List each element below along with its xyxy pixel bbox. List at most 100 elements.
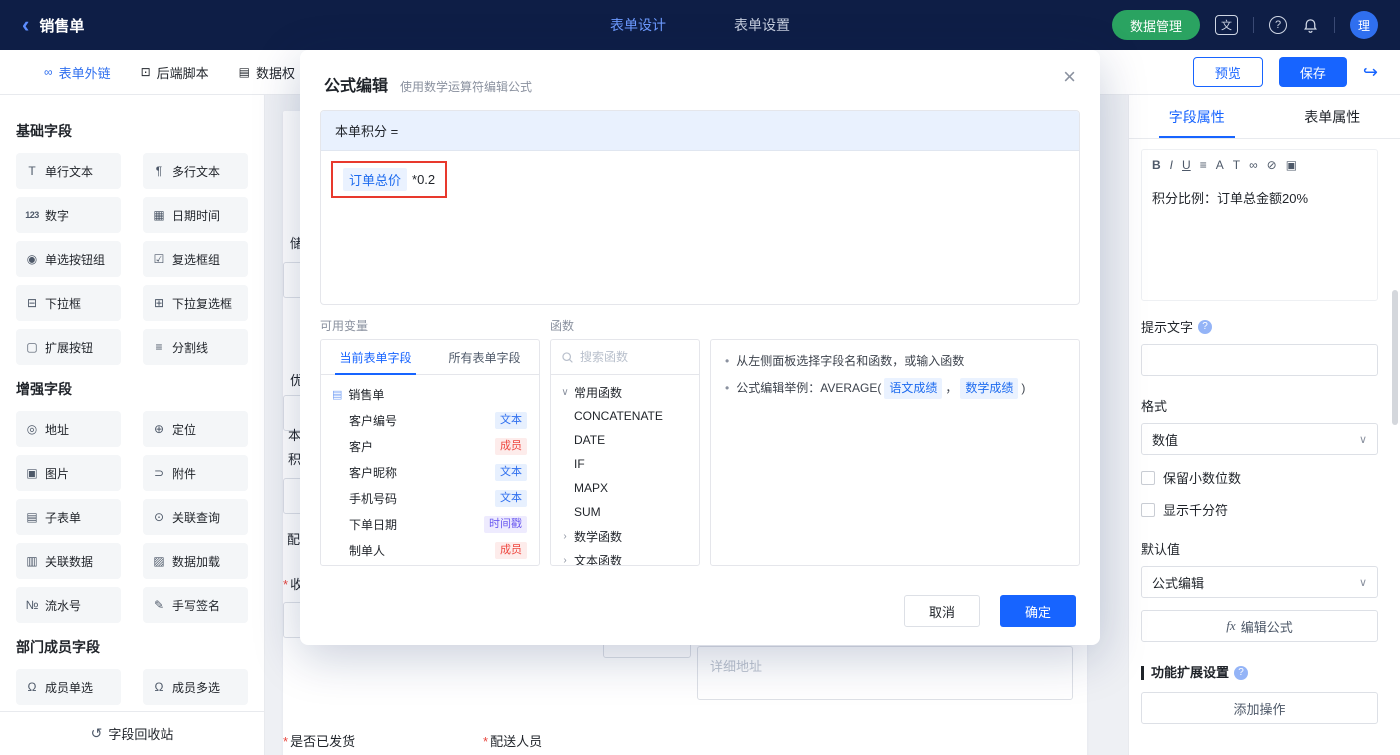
link-icon[interactable]: ∞ — [1249, 158, 1258, 172]
sidebar-item-subform[interactable]: ▤ 子表单 — [16, 499, 121, 535]
sidebar-item-signature[interactable]: ✎ 手写签名 — [143, 587, 248, 623]
formula-editor[interactable]: 本单积分 = 订单总价 *0.2 — [320, 110, 1080, 305]
toolbar-left: ∞ 表单外链 ⊡ 后端脚本 ▤ 数据权 — [44, 63, 295, 82]
tab-form-design[interactable]: 表单设计 — [610, 15, 666, 35]
section-enhanced-fields: 增强字段 — [16, 381, 72, 397]
font-size-icon[interactable]: T — [1233, 158, 1240, 172]
radio-icon: ◉ — [26, 252, 38, 266]
form-external-link-button[interactable]: ∞ 表单外链 — [44, 63, 111, 82]
variable-name: 客户 — [349, 439, 374, 454]
section-basic-fields: 基础字段 — [16, 123, 72, 139]
hint-text-input[interactable] — [1141, 344, 1378, 376]
formula-body[interactable]: 订单总价 *0.2 — [321, 151, 1079, 208]
bold-icon[interactable]: B — [1152, 158, 1161, 172]
underline-icon[interactable]: U — [1182, 158, 1191, 172]
save-button[interactable]: 保存 — [1278, 57, 1347, 87]
modal-header: 公式编辑 使用数学运算符编辑公式 — [300, 50, 1100, 110]
function-item-if[interactable]: IF — [551, 452, 699, 476]
sidebar-item-related-query[interactable]: ⊙ 关联查询 — [143, 499, 248, 535]
unlink-icon[interactable]: ⊘ — [1267, 158, 1277, 172]
notification-bell-icon[interactable] — [1302, 17, 1319, 34]
field-description-editor[interactable]: B I U ≡ A T ∞ ⊘ ▣ 积分比例：订单总金额20% — [1141, 149, 1378, 301]
sidebar-item-dropdown-multi[interactable]: ⊞ 下拉复选框 — [143, 285, 248, 321]
add-action-button[interactable]: 添加操作 — [1141, 692, 1378, 724]
function-item-concatenate[interactable]: CONCATENATE — [551, 404, 699, 428]
thousands-separator-checkbox[interactable]: 显示千分符 — [1141, 500, 1378, 519]
default-value-select[interactable]: 公式编辑 ∨ — [1141, 566, 1378, 598]
function-group-text[interactable]: › 文本函数 — [551, 548, 699, 566]
function-item-mapx[interactable]: MAPX — [551, 476, 699, 500]
question-badge-icon[interactable]: ? — [1234, 666, 1249, 680]
function-search[interactable] — [551, 340, 699, 375]
close-icon[interactable]: × — [1063, 66, 1076, 88]
function-group-common[interactable]: ∨ 常用函数 — [551, 380, 699, 404]
detail-address-textarea[interactable]: 详细地址 — [697, 646, 1073, 700]
cancel-button[interactable]: 取消 — [904, 595, 980, 627]
sidebar-item-multi-line-text[interactable]: ¶ 多行文本 — [143, 153, 248, 189]
edit-formula-button[interactable]: fx 编辑公式 — [1141, 610, 1378, 642]
field-recycle-bin[interactable]: ↺ 字段回收站 — [0, 711, 264, 755]
sidebar-item-radio-group[interactable]: ◉ 单选按钮组 — [16, 241, 121, 277]
back-icon[interactable]: ‹ — [22, 14, 29, 36]
variable-customer-id[interactable]: 客户编号 文本 — [321, 407, 539, 433]
functions-column: 函数 ∨ 常用函数 CONCATENATE DATE IF — [550, 317, 700, 566]
tab-form-properties[interactable]: 表单属性 — [1265, 95, 1400, 138]
item-label: 单行文本 — [45, 164, 94, 179]
sidebar-item-serial-number[interactable]: № 流水号 — [16, 587, 121, 623]
formula-highlight-box: 订单总价 *0.2 — [331, 161, 448, 198]
italic-icon[interactable]: I — [1170, 158, 1173, 172]
sidebar-item-member-single[interactable]: Ω 成员单选 — [16, 669, 121, 705]
share-icon[interactable]: ↪ — [1363, 62, 1378, 83]
function-item-date[interactable]: DATE — [551, 428, 699, 452]
sidebar-item-checkbox-group[interactable]: ☑ 复选框组 — [143, 241, 248, 277]
sidebar-item-location[interactable]: ⊕ 定位 — [143, 411, 248, 447]
help-icon[interactable]: ? — [1269, 16, 1287, 34]
question-badge-icon[interactable]: ? — [1198, 319, 1213, 334]
sidebar-item-number[interactable]: 123 数字 — [16, 197, 121, 233]
decimal-places-checkbox[interactable]: 保留小数位数 — [1141, 468, 1378, 487]
sidebar-item-extend-button[interactable]: ▢ 扩展按钮 — [16, 329, 121, 365]
sidebar-item-dropdown[interactable]: ⊟ 下拉框 — [16, 285, 121, 321]
function-search-input[interactable] — [580, 350, 680, 364]
tab-field-properties[interactable]: 字段属性 — [1129, 95, 1265, 138]
language-icon[interactable]: 文 — [1215, 15, 1238, 35]
function-group-math[interactable]: › 数学函数 — [551, 524, 699, 548]
data-manage-button[interactable]: 数据管理 — [1111, 10, 1200, 40]
tab-form-settings[interactable]: 表单设置 — [734, 15, 790, 35]
backend-script-button[interactable]: ⊡ 后端脚本 — [141, 63, 209, 82]
variable-customer-nickname[interactable]: 客户昵称 文本 — [321, 459, 539, 485]
font-color-icon[interactable]: A — [1216, 158, 1224, 172]
field-description-text[interactable]: 积分比例：订单总金额20% — [1152, 188, 1367, 207]
avatar[interactable]: 理 — [1350, 11, 1378, 39]
variable-order-creator[interactable]: 制单人 成员 — [321, 537, 539, 563]
variable-order-date[interactable]: 下单日期 时间戳 — [321, 511, 539, 537]
confirm-button[interactable]: 确定 — [1000, 595, 1076, 627]
tree-node-form[interactable]: ▤ 销售单 — [321, 381, 539, 407]
data-permission-button[interactable]: ▤ 数据权 — [239, 63, 295, 82]
sidebar-item-attachment[interactable]: ⊃ 附件 — [143, 455, 248, 491]
format-label: 格式 — [1141, 396, 1378, 415]
sidebar-item-member-multi[interactable]: Ω 成员多选 — [143, 669, 248, 705]
variable-customer[interactable]: 客户 成员 — [321, 433, 539, 459]
function-item-sum[interactable]: SUM — [551, 500, 699, 524]
tab-all-form-fields[interactable]: 所有表单字段 — [430, 340, 539, 374]
sidebar-item-datetime[interactable]: ▦ 日期时间 — [143, 197, 248, 233]
members-icon: Ω — [154, 680, 164, 694]
sidebar-item-single-line-text[interactable]: T 单行文本 — [16, 153, 121, 189]
insert-image-icon[interactable]: ▣ — [1286, 158, 1297, 172]
align-icon[interactable]: ≡ — [1200, 158, 1207, 172]
scrollbar-thumb[interactable] — [1392, 290, 1398, 425]
sidebar-item-divider[interactable]: ≡ 分割线 — [143, 329, 248, 365]
formula-variable-chip[interactable]: 订单总价 — [343, 168, 408, 191]
attachment-icon: ⊃ — [153, 466, 165, 480]
checkbox-icon[interactable] — [1141, 470, 1155, 485]
variable-phone-number[interactable]: 手机号码 文本 — [321, 485, 539, 511]
sidebar-item-data-load[interactable]: ▨ 数据加载 — [143, 543, 248, 579]
sidebar-item-image[interactable]: ▣ 图片 — [16, 455, 121, 491]
preview-button[interactable]: 预览 — [1192, 57, 1263, 87]
format-select[interactable]: 数值 ∨ — [1141, 423, 1378, 455]
sidebar-item-related-data[interactable]: ▥ 关联数据 — [16, 543, 121, 579]
checkbox-icon[interactable] — [1141, 502, 1155, 517]
tab-current-form-fields[interactable]: 当前表单字段 — [321, 340, 430, 375]
sidebar-item-address[interactable]: ◎ 地址 — [16, 411, 121, 447]
